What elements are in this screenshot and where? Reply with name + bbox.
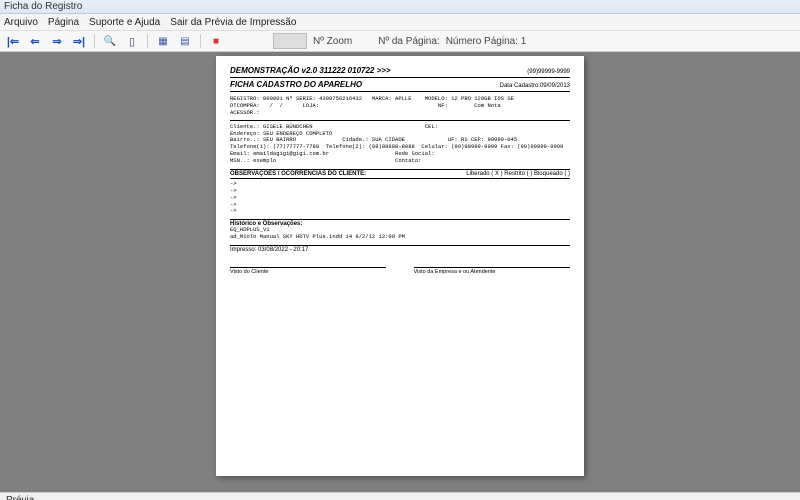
nav-first-icon: |⇐ (7, 35, 19, 48)
window-titlebar: Ficha do Registro (0, 0, 800, 14)
page-num-value: Número Página: 1 (446, 36, 527, 47)
statusbar: Prévia (0, 492, 800, 500)
toolbar-separator (147, 34, 148, 48)
demo-title: DEMONSTRAÇÃO v2.0 311222 010722 >>> (230, 66, 391, 75)
toolbar: |⇐ ⇐ ⇒ ⇒| Nº Zoom Nº da Página: Número P… (0, 31, 800, 52)
page-num-label: Nº da Página: (378, 36, 439, 47)
menubar: Arquivo Página Suporte e Ajuda Sair da P… (0, 14, 800, 31)
toolbar-separator (200, 34, 201, 48)
nav-next-button[interactable]: ⇒ (48, 32, 66, 50)
window-title: Ficha do Registro (4, 1, 82, 12)
save-button[interactable] (154, 32, 172, 50)
cliente-block: Cliente.: GISELE BÜNDCHEN CEL: Endereço:… (230, 124, 570, 165)
impresso-row: Impresso: 03/08/2022 - 20:17 (230, 245, 570, 253)
toolbar-separator (94, 34, 95, 48)
demo-header-row: DEMONSTRAÇÃO v2.0 311222 010722 >>> (99)… (230, 66, 570, 78)
demo-phone: (99)99999-9999 (527, 69, 570, 75)
obs-lines: -> -> -> -> -> (230, 181, 570, 215)
close-icon (213, 36, 219, 47)
hist-lines: EQ_HDPLUS_V1 ad_Miolo Manual SKY HDTV Pl… (230, 227, 570, 241)
hist-header: Histórico e Observações: (230, 219, 570, 227)
ficha-header-row: FICHA CADASTRO DO APARELHO Data Cadastro… (230, 80, 570, 92)
nav-next-icon: ⇒ (52, 35, 61, 48)
zoom-button[interactable] (101, 32, 119, 50)
nav-first-button[interactable]: |⇐ (4, 32, 22, 50)
menu-suporte[interactable]: Suporte e Ajuda (89, 17, 160, 28)
preview-workarea[interactable]: DEMONSTRAÇÃO v2.0 311222 010722 >>> (99)… (0, 52, 800, 492)
grid-button[interactable] (176, 32, 194, 50)
ficha-title: FICHA CADASTRO DO APARELHO (230, 80, 362, 89)
menu-arquivo[interactable]: Arquivo (4, 17, 38, 28)
zoom-input[interactable] (273, 33, 307, 49)
obs-header: OBSERVAÇÕES / OCORRÊNCIAS DO CLIENTE: Li… (230, 169, 570, 179)
sign-empresa: Visto da Empresa e ou Atendente (414, 267, 570, 275)
menu-sair[interactable]: Sair da Prévia de Impressão (170, 17, 296, 28)
menu-pagina[interactable]: Página (48, 17, 79, 28)
page-view-button[interactable] (123, 32, 141, 50)
ficha-date: Data Cadastro:09/09/2013 (500, 83, 570, 89)
nav-last-icon: ⇒| (73, 35, 85, 48)
status-text: Prévia (6, 495, 34, 500)
nav-prev-icon: ⇐ (30, 35, 39, 48)
zoom-label: Nº Zoom (313, 36, 352, 47)
preview-page: DEMONSTRAÇÃO v2.0 311222 010722 >>> (99)… (216, 56, 584, 476)
close-button[interactable] (207, 32, 225, 50)
nav-last-button[interactable]: ⇒| (70, 32, 88, 50)
nav-prev-button[interactable]: ⇐ (26, 32, 44, 50)
obs-flags: Liberado ( X ) Restrito ( ) Bloqueado ( … (466, 171, 570, 177)
signature-row: Visto do Cliente Visto da Empresa e ou A… (230, 267, 570, 275)
sign-cliente: Visto do Cliente (230, 267, 386, 275)
registro-block: REGISTRO: 000001 Nº SERIE: 4398756216432… (230, 96, 570, 117)
